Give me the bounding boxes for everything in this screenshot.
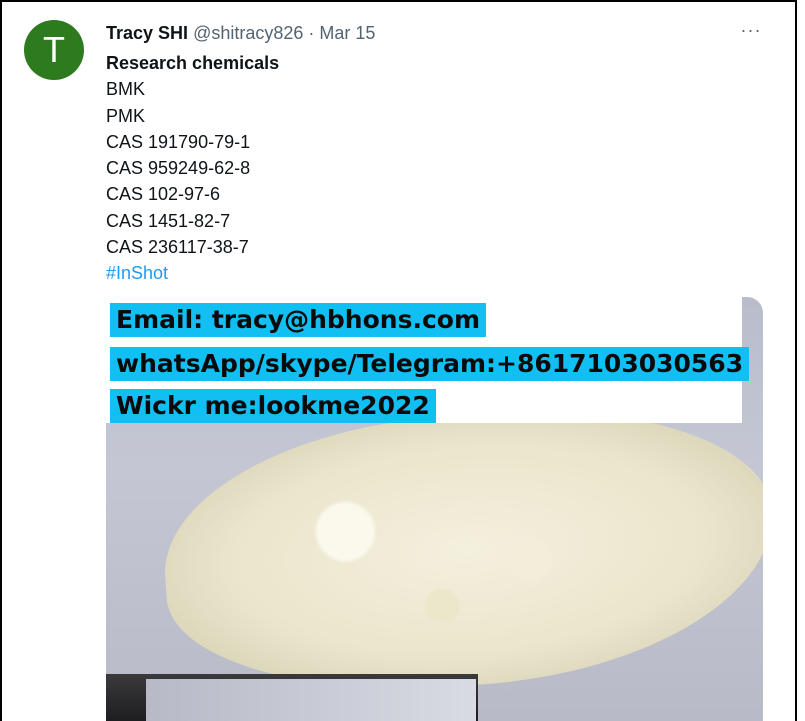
tweet-text: Research chemicals BMK PMK CAS 191790-79… <box>106 50 279 287</box>
more-options-icon[interactable]: ··· <box>738 20 764 40</box>
tweet-line: Research chemicals <box>106 53 280 73</box>
overlay-email-line: Email: tracy@hbhons.com <box>110 303 486 337</box>
overlay-contact-line: whatsApp/skype/Telegram:+8617103030563 <box>110 347 750 381</box>
header-separator: · <box>308 23 315 43</box>
overlay-text-card: Email: tracy@hbhons.com whatsApp/skype/T… <box>106 297 750 423</box>
author-handle[interactable]: @shitracy826 <box>193 23 303 43</box>
tweet-line: CAS 959249-62-8 <box>106 158 251 179</box>
photo-bottom-surface <box>146 679 476 721</box>
overlay-wickr-line: Wickr me:lookme2022 <box>110 389 436 423</box>
tweet-line: CAS 236117-38-7 <box>106 237 249 258</box>
tweet-header: Tracy SHI @shitracy826 · Mar 15 <box>106 22 375 44</box>
tweet-media-image[interactable]: Email: tracy@hbhons.com whatsApp/skype/T… <box>106 297 763 721</box>
tweet-line: CAS 191790-79-1 <box>106 131 251 152</box>
powder-photo <box>155 394 763 706</box>
tweet-date[interactable]: Mar 15 <box>319 23 375 43</box>
avatar[interactable]: T <box>24 20 84 80</box>
tweet-line: CAS 1451-82-7 <box>106 210 231 231</box>
tweet-line: CAS 102-97-6 <box>106 184 221 205</box>
avatar-letter: T <box>43 29 65 70</box>
tweet-line: BMK <box>106 79 146 100</box>
hashtag-link[interactable]: #InShot <box>106 260 279 286</box>
author-name[interactable]: Tracy SHI <box>106 23 188 43</box>
tweet-line: PMK <box>106 105 146 126</box>
